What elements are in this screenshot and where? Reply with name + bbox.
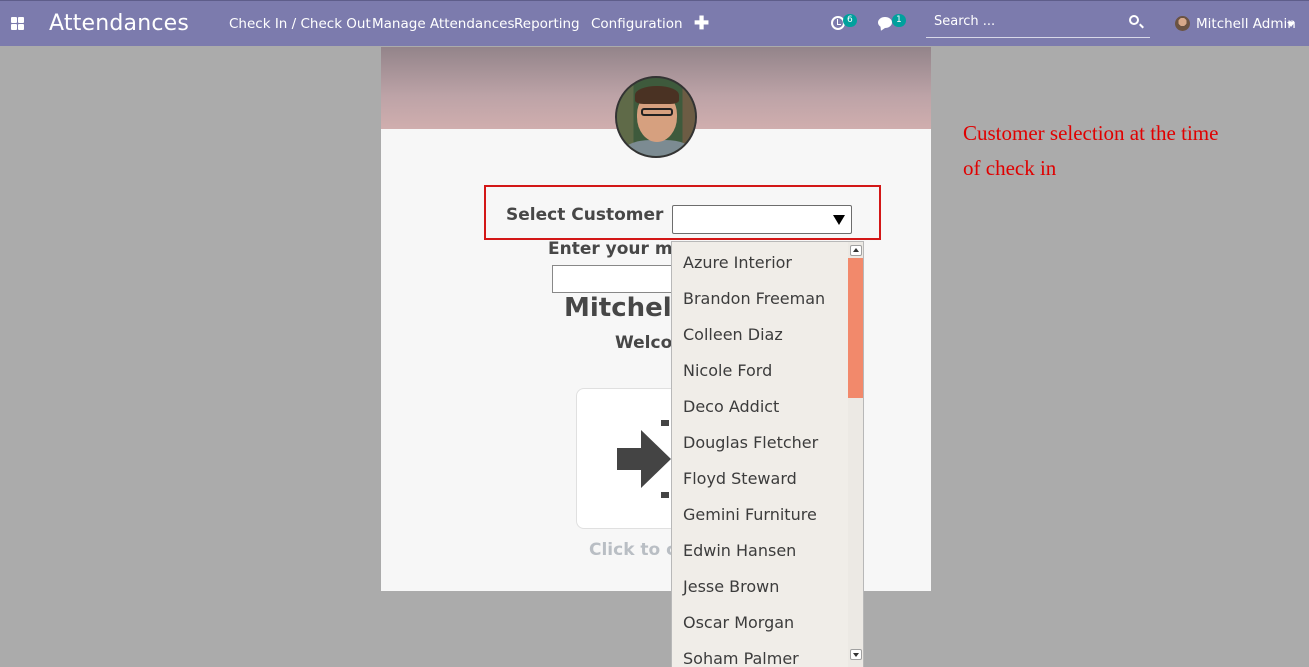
app-title[interactable]: Attendances [49,11,189,36]
dropdown-option[interactable]: Edwin Hansen [683,541,796,560]
menu-reporting[interactable]: Reporting [514,16,580,32]
dropdown-option[interactable]: Colleen Diaz [683,325,783,344]
dropdown-option[interactable]: Floyd Steward [683,469,797,488]
sign-in-arrow-icon[interactable] [609,420,679,498]
menu-check-in-check-out[interactable]: Check In / Check Out [229,16,371,32]
menu-configuration[interactable]: Configuration [591,16,683,32]
message-count-badge: 1 [892,14,906,27]
apps-menu-icon[interactable] [11,17,24,30]
plus-icon[interactable]: ✚ [694,13,709,34]
dropdown-option[interactable]: Azure Interior [683,253,792,272]
dropdown-option[interactable]: Douglas Fletcher [683,433,818,452]
annotation-note: Customer selection at the time of check … [963,121,1219,180]
user-menu-name[interactable]: Mitchell Admin [1196,16,1296,32]
dropdown-scrollbar[interactable] [848,242,863,667]
caret-down-icon[interactable] [1287,22,1295,27]
search-input[interactable] [934,14,1124,29]
dropdown-option[interactable]: Deco Addict [683,397,779,416]
employee-avatar [615,76,697,158]
top-navbar: Attendances Check In / Check Out Manage … [0,0,1309,46]
dropdown-option[interactable]: Soham Palmer [683,649,799,667]
scroll-down-arrow-icon[interactable] [850,649,862,660]
dropdown-option[interactable]: Brandon Freeman [683,289,825,308]
dropdown-option[interactable]: Jesse Brown [683,577,779,596]
menu-manage-attendances[interactable]: Manage Attendances [372,16,515,32]
dropdown-option[interactable]: Gemini Furniture [683,505,817,524]
search-icon[interactable] [1129,15,1139,25]
dropdown-option[interactable]: Nicole Ford [683,361,772,380]
dropdown-option[interactable]: Oscar Morgan [683,613,794,632]
welcome-text: Welco [615,333,673,353]
select-customer-label: Select Customer [506,205,664,225]
scroll-up-arrow-icon[interactable] [850,245,862,256]
customer-select[interactable] [672,205,852,234]
search-box [926,9,1150,38]
dropdown-arrow-icon[interactable] [833,215,845,225]
customer-dropdown-list[interactable]: Azure Interior Brandon Freeman Colleen D… [671,241,864,667]
scroll-thumb[interactable] [848,258,863,398]
user-avatar[interactable] [1175,16,1190,31]
activity-count-badge: 6 [843,14,857,27]
chat-bubble-icon[interactable] [878,17,892,28]
